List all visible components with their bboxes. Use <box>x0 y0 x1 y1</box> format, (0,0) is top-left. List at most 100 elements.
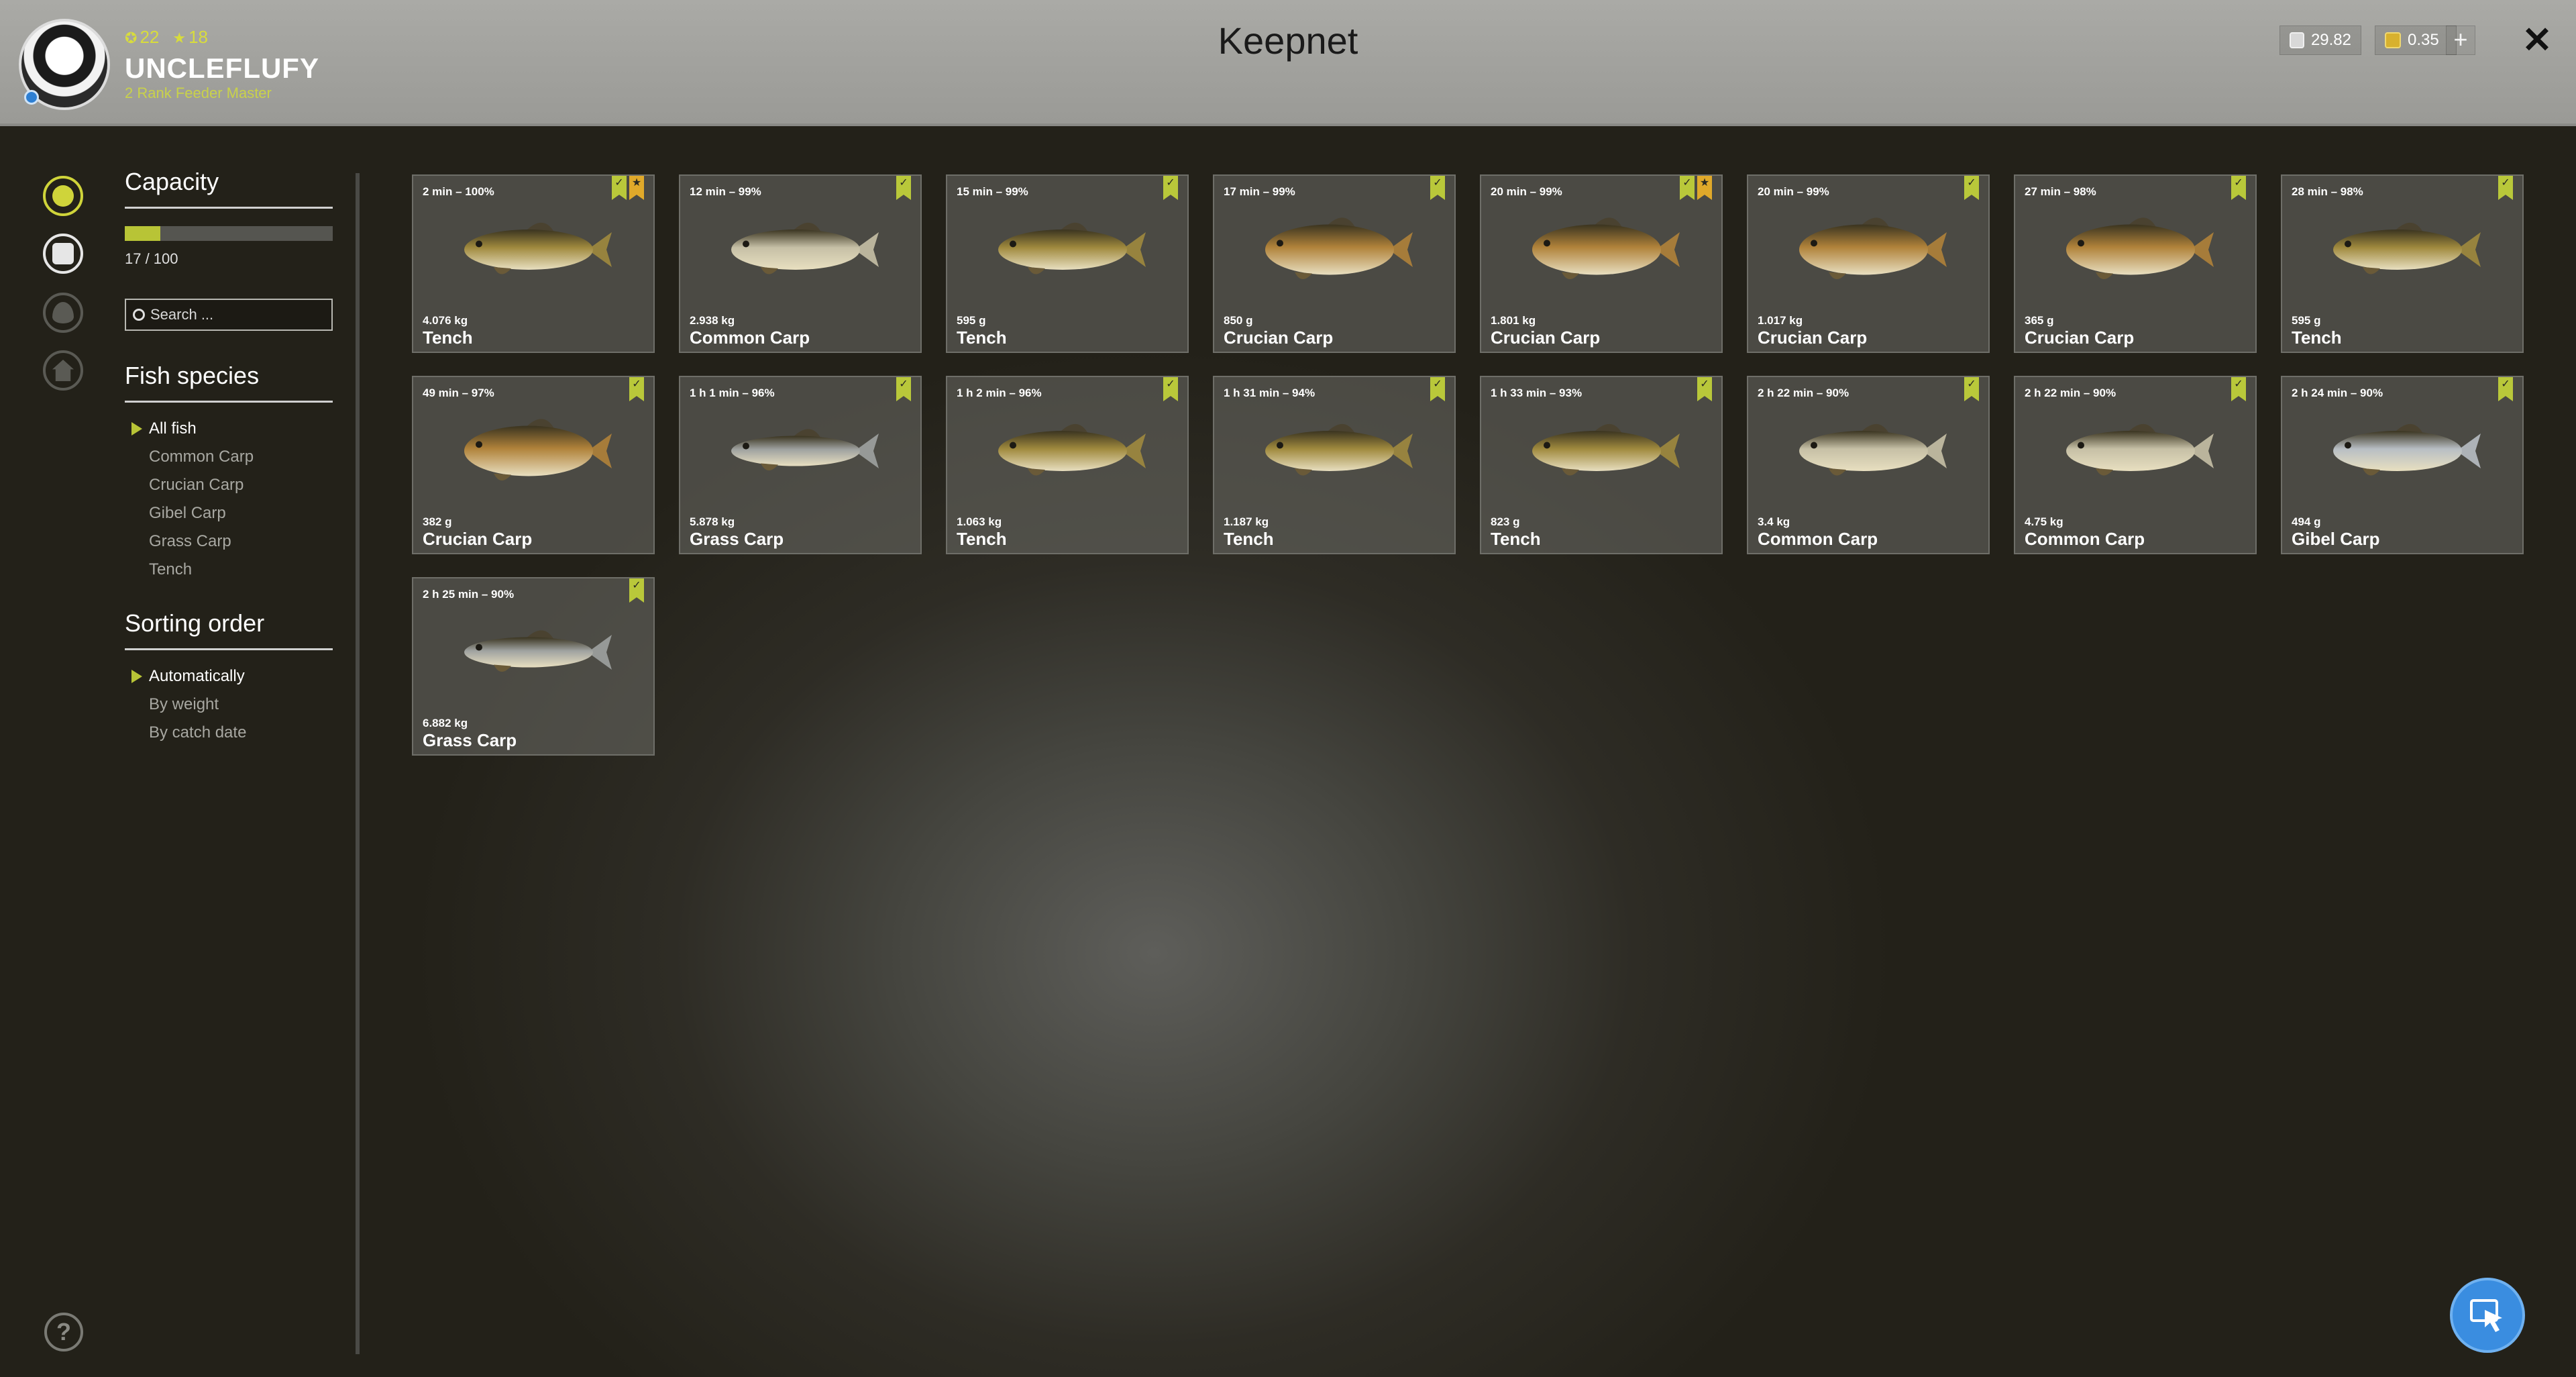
checkmark-ribbon-icon: ✓ <box>2231 377 2246 401</box>
catch-time: 20 min – 99% <box>1758 185 1829 198</box>
fish-picture <box>453 612 614 693</box>
fish-badges: ✓ <box>896 377 911 401</box>
fish-image <box>2066 423 2214 476</box>
top-bar: ✪ 22 ★ 18 UNCLEFLUFY 2 Rank Feeder Master … <box>0 0 2576 126</box>
fish-image <box>464 222 612 274</box>
fish-image <box>464 630 612 672</box>
fish-card[interactable]: 2 h 22 min – 90% ✓ 4.75 kg Common Carp <box>2014 376 2257 554</box>
fish-badges: ✓ <box>1697 377 1712 401</box>
fish-species: Tench <box>1224 529 1274 549</box>
sorting-option[interactable]: Automatically <box>125 662 333 691</box>
filter-panel: Capacity 17 / 100 Fish species All fishC… <box>125 168 333 747</box>
fish-card[interactable]: 20 min – 99% ✓ ★ 1.801 kg Crucian Carp <box>1480 174 1723 353</box>
camp-tab-icon[interactable] <box>43 350 83 391</box>
fish-weight: 3.4 kg <box>1758 515 1790 528</box>
fish-picture <box>453 411 614 491</box>
fish-card[interactable]: 27 min – 98% ✓ 365 g Crucian Carp <box>2014 174 2257 353</box>
fish-card[interactable]: 15 min – 99% ✓ 595 g Tench <box>946 174 1189 353</box>
fish-picture <box>1254 411 1415 491</box>
fish-badges: ✓ <box>2231 377 2246 401</box>
checkmark-ribbon-icon: ✓ <box>1964 176 1979 200</box>
fish-image <box>1265 423 1413 476</box>
species-option[interactable]: Gibel Carp <box>125 499 333 527</box>
fish-picture <box>987 411 1148 491</box>
fish-species: Gibel Carp <box>2292 529 2380 549</box>
fish-card[interactable]: 1 h 33 min – 93% ✓ 823 g Tench <box>1480 376 1723 554</box>
fish-weight: 1.063 kg <box>957 515 1002 528</box>
panel-divider <box>356 173 360 1354</box>
fish-card[interactable]: 2 min – 100% ✓ ★ 4.076 kg Tench <box>412 174 655 353</box>
fish-weight: 595 g <box>957 314 986 327</box>
sorting-list: Automatically By weight By catch date <box>125 662 333 747</box>
fish-image <box>2333 222 2481 274</box>
checkmark-ribbon-icon: ✓ <box>896 377 911 401</box>
fish-species: Crucian Carp <box>2025 327 2135 348</box>
fire-tab-icon[interactable] <box>43 293 83 333</box>
species-title: Fish species <box>125 362 333 403</box>
search-icon <box>133 309 145 321</box>
sorting-option[interactable]: By weight <box>125 691 333 719</box>
catch-time: 49 min – 97% <box>423 387 494 399</box>
fish-weight: 494 g <box>2292 515 2321 528</box>
checkmark-ribbon-icon: ✓ <box>896 176 911 200</box>
cursor-icon <box>2470 1299 2502 1332</box>
fish-card[interactable]: 2 h 25 min – 90% ✓ 6.882 kg Grass Carp <box>412 577 655 756</box>
checkmark-ribbon-icon: ✓ <box>629 377 644 401</box>
search-input[interactable] <box>150 306 318 323</box>
fish-species: Grass Carp <box>690 529 784 549</box>
fish-picture <box>2322 411 2483 491</box>
catch-time: 1 h 2 min – 96% <box>957 387 1042 399</box>
sorting-option[interactable]: By catch date <box>125 719 333 747</box>
keepnet-tab-icon[interactable] <box>43 176 83 216</box>
fish-species: Crucian Carp <box>1491 327 1601 348</box>
capacity-bar <box>125 226 333 241</box>
species-option[interactable]: Crucian Carp <box>125 471 333 499</box>
capacity-bar-fill <box>125 226 160 241</box>
fish-picture <box>720 209 881 290</box>
fish-card[interactable]: 1 h 31 min – 94% ✓ 1.187 kg Tench <box>1213 376 1456 554</box>
add-currency-button[interactable]: + <box>2446 26 2475 55</box>
fish-image <box>1532 217 1680 280</box>
fish-card[interactable]: 17 min – 99% ✓ 850 g Crucian Carp <box>1213 174 1456 353</box>
search-box[interactable] <box>125 299 333 331</box>
fish-picture <box>1521 209 1682 290</box>
fish-badges: ✓ <box>1964 377 1979 401</box>
fish-weight: 365 g <box>2025 314 2054 327</box>
fish-image <box>2333 423 2481 476</box>
fish-card[interactable]: 1 h 1 min – 96% ✓ 5.878 kg Grass Carp <box>679 376 922 554</box>
fish-badges: ✓ <box>896 176 911 200</box>
fish-picture <box>720 411 881 491</box>
fish-weight: 1.017 kg <box>1758 314 1803 327</box>
fish-weight: 850 g <box>1224 314 1253 327</box>
catch-time: 2 h 24 min – 90% <box>2292 387 2383 399</box>
species-option[interactable]: Common Carp <box>125 443 333 471</box>
fish-card[interactable]: 20 min – 99% ✓ 1.017 kg Crucian Carp <box>1747 174 1990 353</box>
fish-image <box>1532 423 1680 476</box>
species-option[interactable]: All fish <box>125 415 333 443</box>
help-button[interactable]: ? <box>44 1313 83 1352</box>
checkmark-ribbon-icon: ✓ <box>1430 377 1445 401</box>
catch-time: 12 min – 99% <box>690 185 761 198</box>
species-option[interactable]: Tench <box>125 556 333 584</box>
fish-bag-tab-icon[interactable] <box>43 234 83 274</box>
fish-species: Tench <box>423 327 473 348</box>
catch-time: 2 min – 100% <box>423 185 494 198</box>
catch-time: 2 h 22 min – 90% <box>2025 387 2116 399</box>
fish-card[interactable]: 2 h 22 min – 90% ✓ 3.4 kg Common Carp <box>1747 376 1990 554</box>
species-option[interactable]: Grass Carp <box>125 527 333 556</box>
fish-card[interactable]: 2 h 24 min – 90% ✓ 494 g Gibel Carp <box>2281 376 2524 554</box>
player-rank: 2 Rank Feeder Master <box>125 85 272 101</box>
fish-card[interactable]: 12 min – 99% ✓ 2.938 kg Common Carp <box>679 174 922 353</box>
cursor-mode-button[interactable] <box>2450 1278 2525 1353</box>
fish-card[interactable]: 1 h 2 min – 96% ✓ 1.063 kg Tench <box>946 376 1189 554</box>
close-button[interactable]: ✕ <box>2517 20 2557 60</box>
star-ribbon-icon: ★ <box>629 176 644 200</box>
catch-time: 1 h 31 min – 94% <box>1224 387 1316 399</box>
silver-coin-icon <box>2290 32 2304 48</box>
fish-species: Tench <box>957 327 1007 348</box>
species-section: Fish species All fish Common Carp Crucian … <box>125 362 333 584</box>
fish-badges: ✓ <box>2231 176 2246 200</box>
fish-card[interactable]: 28 min – 98% ✓ 595 g Tench <box>2281 174 2524 353</box>
fish-card[interactable]: 49 min – 97% ✓ 382 g Crucian Carp <box>412 376 655 554</box>
fish-species: Grass Carp <box>423 730 517 750</box>
